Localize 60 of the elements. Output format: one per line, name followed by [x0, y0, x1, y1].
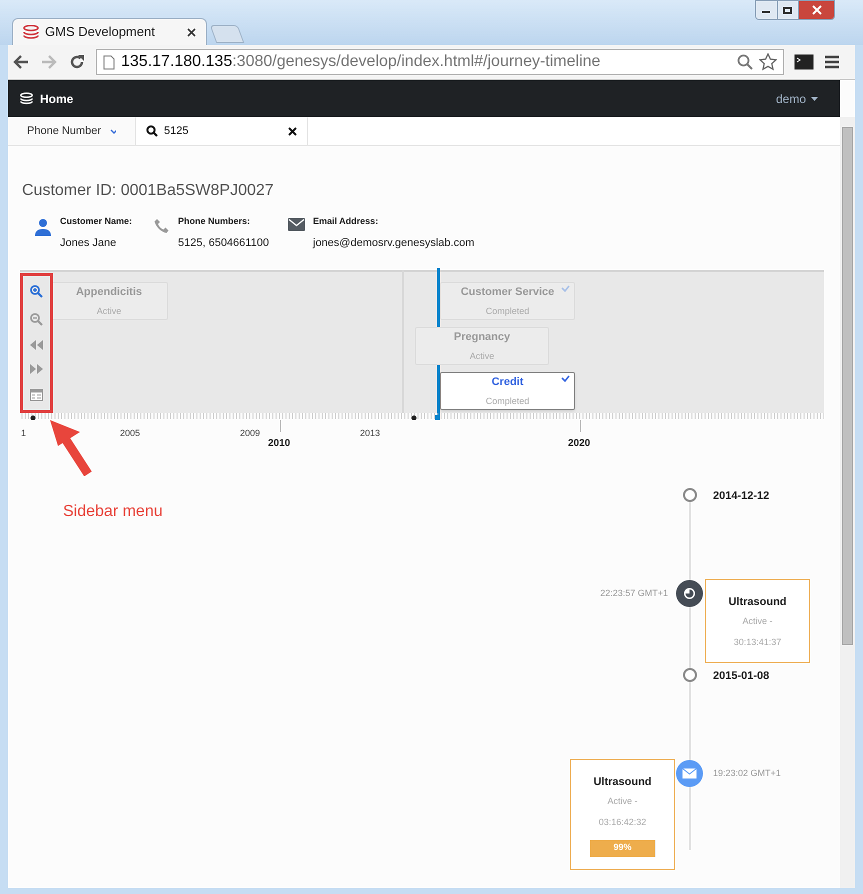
close-icon[interactable]: [187, 28, 196, 36]
field-label: Phone Numbers:: [178, 215, 252, 228]
scrollbar[interactable]: [840, 117, 855, 888]
search-icon[interactable]: [737, 54, 753, 70]
home-link[interactable]: Home: [20, 90, 74, 108]
stack-icon: [20, 92, 33, 105]
minimize-button[interactable]: [756, 1, 776, 19]
axis-label: 1: [21, 427, 26, 440]
progress-text: 99%: [612, 841, 632, 854]
person-icon: [34, 218, 52, 236]
journey-card[interactable]: Credit Completed: [440, 372, 575, 410]
filter-dropdown[interactable]: Phone Number: [8, 117, 136, 145]
field-value: 5125, 6504661100: [178, 236, 270, 250]
clear-icon[interactable]: [288, 126, 297, 136]
date-label: 2014-12-12: [713, 489, 770, 504]
close-icon: [812, 5, 822, 15]
user-menu[interactable]: demo: [776, 90, 818, 108]
star-icon[interactable]: [759, 53, 777, 71]
clock-icon: [676, 580, 703, 607]
envelope-icon: [676, 760, 703, 787]
browser-tab[interactable]: GMS Development: [12, 18, 207, 45]
customer-id-heading: Customer ID: 0001Ba5SW8PJ0027: [22, 181, 275, 201]
event-time: 22:23:57 GMT+1: [600, 587, 668, 600]
event-card[interactable]: Ultrasound Active - 03:16:42:32 99%: [570, 759, 675, 870]
date-node: [683, 488, 697, 502]
back-icon[interactable]: [12, 54, 30, 70]
tab-title: GMS Development: [45, 23, 156, 42]
axis-label: 2010: [268, 437, 290, 451]
axis-label: 2013: [360, 427, 380, 440]
date-label: 2015-01-08: [713, 669, 770, 684]
reload-icon[interactable]: [68, 53, 86, 71]
date-node: [683, 668, 697, 682]
calendar-icon[interactable]: [30, 388, 43, 401]
menu-icon[interactable]: [824, 55, 840, 69]
phone-icon: [154, 218, 170, 234]
chevron-icon: [110, 128, 116, 134]
field-label: Email Address:: [313, 215, 380, 228]
search-field[interactable]: 5125: [136, 117, 308, 145]
caret-icon: [811, 96, 818, 100]
close-button[interactable]: [798, 1, 834, 19]
stack-icon: [23, 25, 39, 39]
event-time: 19:23:02 GMT+1: [713, 767, 781, 780]
annotation-label: Sidebar menu: [63, 502, 163, 522]
axis-label: 2020: [568, 437, 590, 451]
url-text: 135.17.180.135:3080/genesys/develop/index.html#/journey-timeline: [121, 52, 602, 72]
address-bar[interactable]: 135.17.180.135:3080/genesys/develop/index.html#/journey-timeline: [96, 49, 784, 75]
maximize-icon: [783, 6, 792, 14]
search-icon: [146, 125, 158, 137]
envelope-icon: [288, 218, 305, 231]
field-value: Jones Jane: [60, 236, 118, 250]
field-label: Customer Name:: [60, 215, 134, 228]
terminal-icon[interactable]: [794, 54, 814, 70]
axis-label: 2005: [120, 427, 140, 440]
maximize-button[interactable]: [776, 1, 798, 19]
zoom-in-icon[interactable]: [30, 285, 43, 298]
page-icon: [103, 54, 115, 70]
event-card[interactable]: Ultrasound Active - 30:13:41:37: [705, 579, 810, 662]
axis-label: 2009: [240, 427, 260, 440]
annotation-arrow: [48, 418, 92, 476]
field-value: jones@demosrv.genesyslab.com: [313, 236, 476, 250]
